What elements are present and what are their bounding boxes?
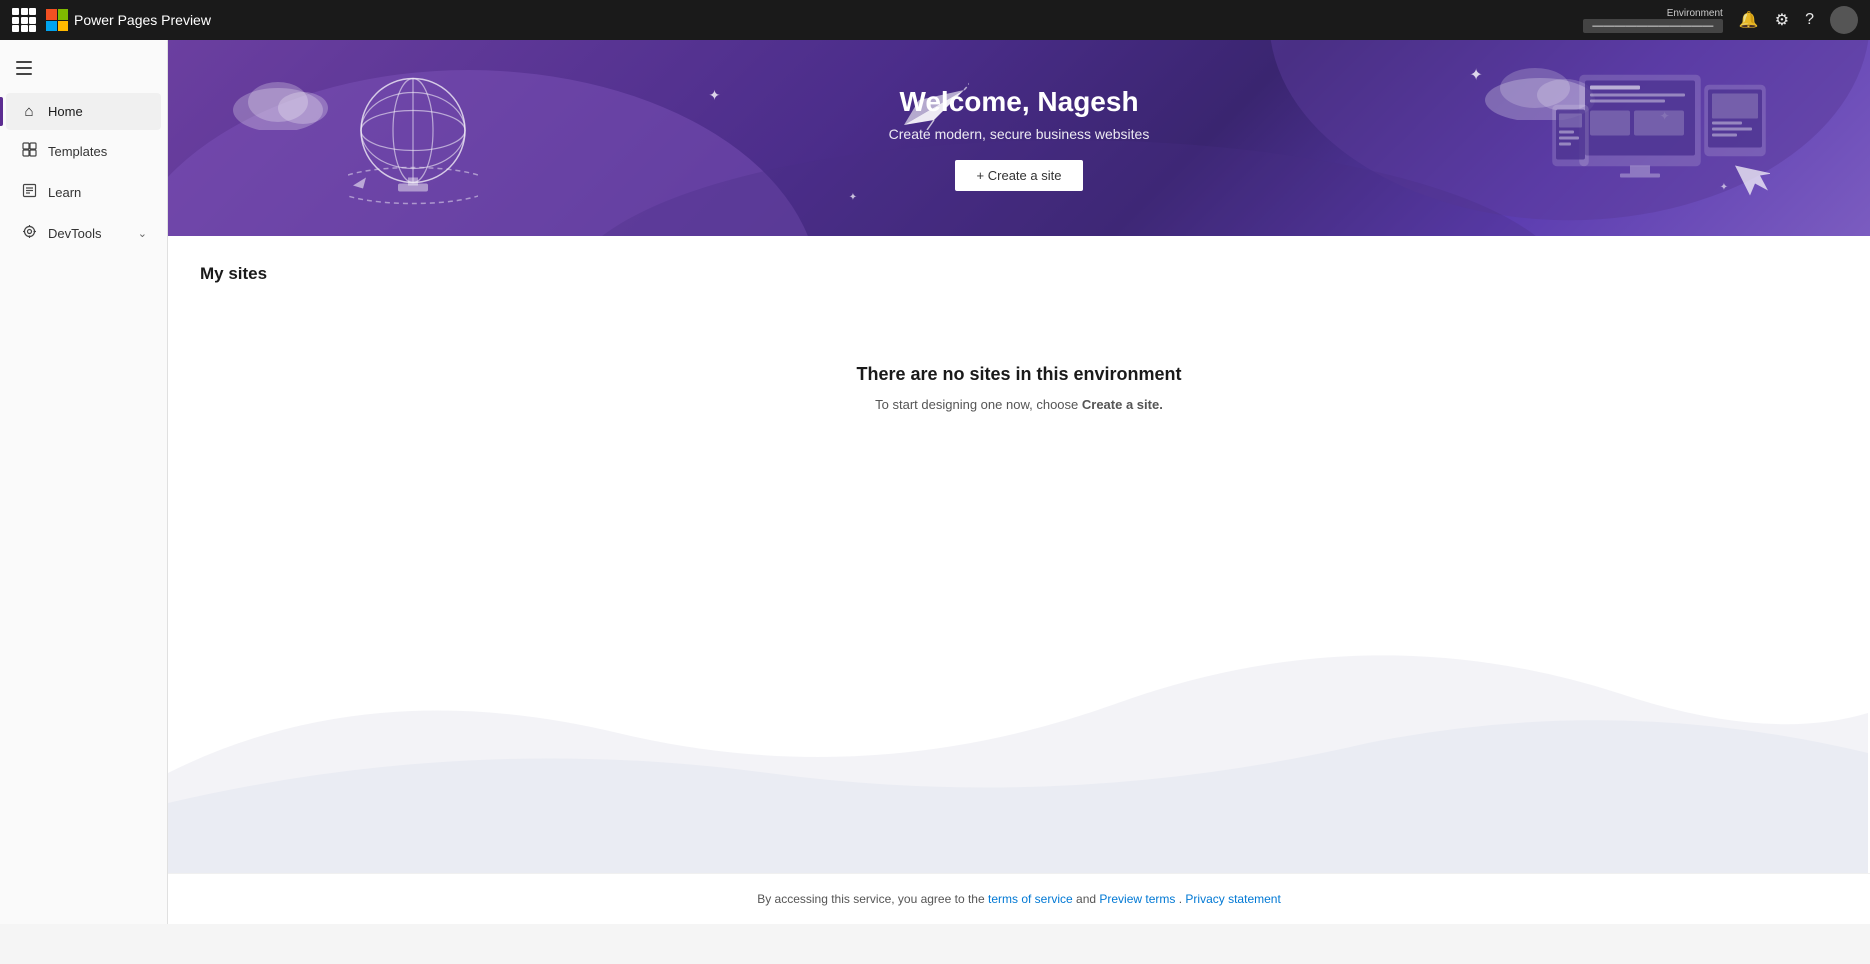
sidebar-item-label: Learn xyxy=(48,185,81,200)
sidebar-item-devtools[interactable]: DevTools ⌄ xyxy=(6,214,161,253)
footer-period: . xyxy=(1179,892,1182,906)
devices-decoration xyxy=(1550,56,1770,221)
user-avatar[interactable] xyxy=(1830,6,1858,34)
notification-icon[interactable]: 🔔 xyxy=(1739,10,1759,30)
privacy-statement-link[interactable]: Privacy statement xyxy=(1185,892,1280,906)
globe-decoration xyxy=(348,66,478,211)
sidebar-item-label: Templates xyxy=(48,144,107,159)
environment-label: Environment xyxy=(1667,8,1723,19)
terms-of-service-link[interactable]: terms of service xyxy=(988,892,1073,906)
hero-content: Welcome, Nagesh Create modern, secure bu… xyxy=(889,86,1150,191)
sidebar-item-label: DevTools xyxy=(48,226,101,241)
sidebar-item-learn[interactable]: Learn xyxy=(6,173,161,212)
hero-subtitle: Create modern, secure business websites xyxy=(889,126,1150,142)
sidebar-item-home[interactable]: ⌂ Home xyxy=(6,93,161,130)
empty-state: There are no sites in this environment T… xyxy=(200,364,1838,412)
content-area: My sites There are no sites in this envi… xyxy=(168,236,1870,873)
environment-name: ——————————— xyxy=(1583,19,1723,33)
templates-icon xyxy=(20,142,38,161)
devtools-icon xyxy=(20,224,38,243)
help-icon[interactable]: ? xyxy=(1805,11,1814,29)
footer-and: and xyxy=(1076,892,1099,906)
sidebar-item-templates[interactable]: Templates xyxy=(6,132,161,171)
topbar: Power Pages Preview Environment ————————… xyxy=(0,0,1870,40)
sidebar: ⌂ Home Templates xyxy=(0,40,168,924)
settings-icon[interactable]: ⚙ xyxy=(1775,10,1789,30)
microsoft-logo: Power Pages Preview xyxy=(46,9,211,31)
empty-state-description: To start designing one now, choose Creat… xyxy=(200,397,1838,412)
app-title: Power Pages Preview xyxy=(74,12,211,28)
hamburger-button[interactable] xyxy=(8,52,40,84)
hero-welcome-text: Welcome, Nagesh xyxy=(889,86,1150,118)
svg-text:✦: ✦ xyxy=(849,192,857,203)
my-sites-title: My sites xyxy=(200,264,1838,284)
layout: ⌂ Home Templates xyxy=(0,40,1870,924)
create-site-button[interactable]: + Create a site xyxy=(955,160,1084,191)
empty-state-prefix: To start designing one now, choose xyxy=(875,397,1082,412)
chevron-down-icon: ⌄ xyxy=(138,227,147,240)
topbar-right: Environment ——————————— 🔔 ⚙ ? xyxy=(1583,6,1858,34)
empty-state-link: Create a site. xyxy=(1082,397,1163,412)
hero-banner: ✦ ✦ ✦ ✦ ✦ xyxy=(168,40,1870,236)
home-icon: ⌂ xyxy=(20,103,38,120)
environment-selector[interactable]: Environment ——————————— xyxy=(1583,8,1723,33)
cloud-left-decoration xyxy=(228,70,348,135)
waffle-icon[interactable] xyxy=(12,8,36,32)
learn-icon xyxy=(20,183,38,202)
footer-prefix: By accessing this service, you agree to … xyxy=(757,892,988,906)
svg-text:✦: ✦ xyxy=(709,87,721,103)
footer: By accessing this service, you agree to … xyxy=(168,873,1870,924)
main-content: ✦ ✦ ✦ ✦ ✦ xyxy=(168,40,1870,924)
sidebar-item-label: Home xyxy=(48,104,83,119)
preview-terms-link[interactable]: Preview terms xyxy=(1099,892,1175,906)
empty-state-title: There are no sites in this environment xyxy=(200,364,1838,385)
